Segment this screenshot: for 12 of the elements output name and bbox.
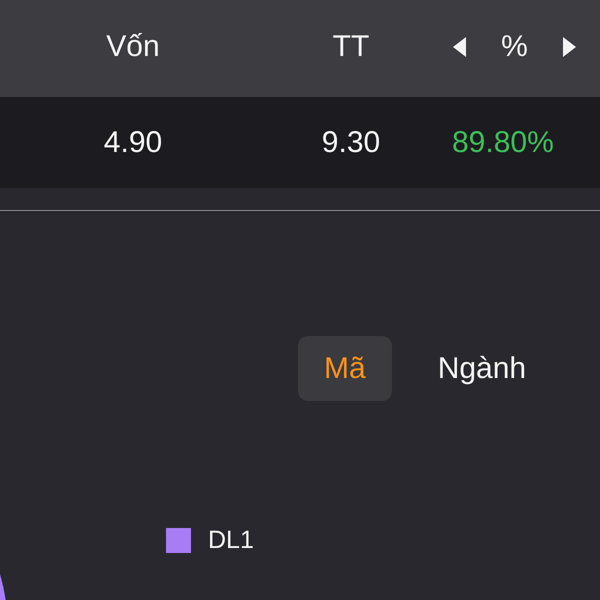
legend-label: DL1: [208, 526, 254, 554]
tab[interactable]: Ngành: [412, 336, 552, 401]
pie-chart-slice: [0, 574, 6, 600]
caret-left-icon[interactable]: [453, 36, 466, 56]
change-percent: 89.80%: [452, 124, 554, 160]
table-cell: 9.30: [322, 124, 380, 160]
column-header: %: [501, 28, 528, 64]
caret-right-icon[interactable]: [563, 36, 576, 56]
tab[interactable]: Mã: [298, 336, 392, 401]
column-header: TT: [332, 28, 370, 64]
table-cell: 4.90: [104, 124, 162, 160]
column-header: Vốn: [106, 28, 160, 64]
